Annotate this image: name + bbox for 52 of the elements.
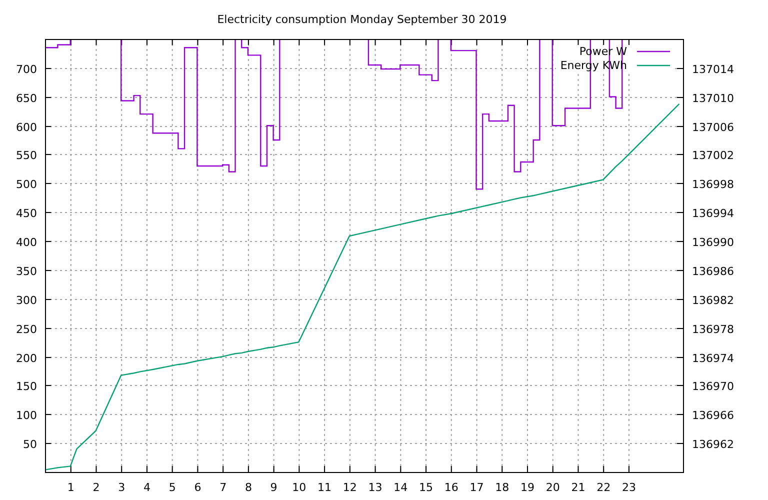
tick-label: 136990 bbox=[692, 236, 734, 249]
tick-label: 23 bbox=[622, 481, 636, 494]
tick-label: 650 bbox=[16, 92, 37, 105]
tick-label: 500 bbox=[16, 178, 37, 191]
tick-label: 137006 bbox=[692, 121, 734, 134]
tick-label: 136994 bbox=[692, 207, 734, 220]
tick-label: 137002 bbox=[692, 149, 734, 162]
tick-label: 22 bbox=[596, 481, 611, 494]
tick-label: 19 bbox=[520, 481, 534, 494]
tick-label: 100 bbox=[16, 409, 37, 422]
tick-label: 700 bbox=[16, 63, 37, 76]
tick-label: 300 bbox=[16, 294, 37, 307]
tick-label: 136978 bbox=[692, 323, 734, 336]
tick-label: 136982 bbox=[692, 294, 734, 307]
tick-label: 400 bbox=[16, 236, 37, 249]
tick-label: 136966 bbox=[692, 409, 734, 422]
tick-label: 10 bbox=[292, 481, 306, 494]
tick-label: 14 bbox=[394, 481, 408, 494]
tick-label: 136986 bbox=[692, 265, 734, 278]
tick-label: 450 bbox=[16, 207, 37, 220]
tick-label: 1 bbox=[67, 481, 74, 494]
tick-label: 136974 bbox=[692, 352, 734, 365]
chart-title: Electricity consumption Monday September 30 2019 bbox=[217, 13, 507, 26]
tick-label: 550 bbox=[16, 149, 37, 162]
tick-label: 350 bbox=[16, 265, 37, 278]
tick-label: 7 bbox=[220, 481, 227, 494]
tick-label: 150 bbox=[16, 380, 37, 393]
tick-label: 137010 bbox=[692, 92, 734, 105]
tick-label: 136998 bbox=[692, 178, 734, 191]
tick-label: 13 bbox=[368, 481, 382, 494]
tick-label: 6 bbox=[194, 481, 202, 494]
tick-label: 3 bbox=[118, 481, 126, 494]
tick-label: 15 bbox=[419, 481, 434, 494]
tick-label: 600 bbox=[16, 121, 37, 134]
tick-label: 16 bbox=[444, 481, 458, 494]
tick-label: 136970 bbox=[692, 380, 734, 393]
tick-label: 17 bbox=[470, 481, 484, 494]
tick-label: 8 bbox=[244, 481, 252, 494]
tick-label: 137014 bbox=[692, 63, 734, 76]
tick-label: 250 bbox=[16, 323, 37, 336]
tick-label: 4 bbox=[143, 481, 150, 494]
tick-label: 2 bbox=[92, 481, 100, 494]
tick-label: 12 bbox=[342, 481, 357, 494]
tick-label: 200 bbox=[16, 352, 37, 365]
tick-label: 21 bbox=[571, 481, 586, 494]
tick-label: 50 bbox=[23, 438, 37, 451]
tick-label: 11 bbox=[318, 481, 332, 494]
tick-label: 5 bbox=[168, 481, 176, 494]
tick-label: 20 bbox=[546, 481, 560, 494]
tick-label: 136962 bbox=[692, 438, 734, 451]
tick-label: 18 bbox=[495, 481, 510, 494]
tick-label: 9 bbox=[270, 481, 278, 494]
